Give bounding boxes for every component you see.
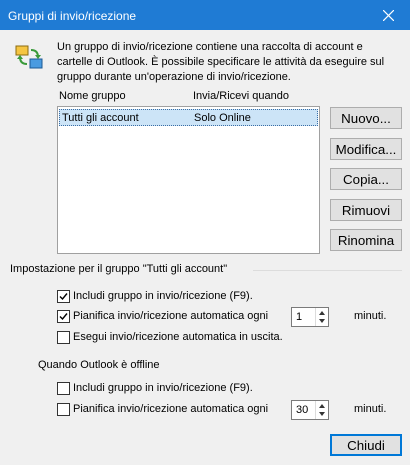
group-when: Solo Online bbox=[194, 112, 251, 124]
offline-settings-heading: Quando Outlook è offline bbox=[38, 359, 160, 371]
list-item[interactable]: Tutti gli account Solo Online bbox=[59, 109, 318, 126]
intro-description: Un gruppo di invio/ricezione contiene un… bbox=[57, 41, 385, 83]
chevron-up-icon[interactable] bbox=[319, 404, 325, 408]
close-button[interactable]: Chiudi bbox=[330, 434, 402, 456]
spinner-arrows[interactable] bbox=[315, 308, 328, 326]
schedule-checkbox[interactable] bbox=[57, 310, 70, 323]
checkmark-icon bbox=[59, 313, 68, 321]
offline-include-group-label: Includi gruppo in invio/ricezione (F9). bbox=[73, 382, 253, 394]
copy-button[interactable]: Copia... bbox=[330, 168, 402, 190]
send-receive-sync-icon bbox=[15, 45, 43, 69]
offline-schedule-unit: minuti. bbox=[354, 403, 387, 415]
edit-button[interactable]: Modifica... bbox=[330, 138, 402, 160]
offline-schedule-minutes-value[interactable]: 30 bbox=[296, 404, 308, 416]
include-group-label: Includi gruppo in invio/ricezione (F9). bbox=[73, 290, 253, 302]
offline-schedule-minutes-spinner[interactable]: 30 bbox=[291, 400, 329, 420]
column-header-send-receive-when[interactable]: Invia/Ricevi quando bbox=[193, 90, 289, 102]
run-on-exit-label: Esegui invio/ricezione automatica in usc… bbox=[73, 331, 283, 343]
schedule-minutes-value[interactable]: 1 bbox=[296, 311, 302, 323]
online-settings-heading: Impostazione per il gruppo "Tutti gli ac… bbox=[10, 263, 228, 275]
offline-include-group-checkbox[interactable] bbox=[57, 382, 70, 395]
chevron-down-icon[interactable] bbox=[319, 412, 325, 416]
checkmark-icon bbox=[59, 293, 68, 301]
rename-button[interactable]: Rinomina bbox=[330, 229, 402, 251]
window-title: Gruppi di invio/ricezione bbox=[8, 9, 137, 23]
offline-schedule-checkbox[interactable] bbox=[57, 403, 70, 416]
run-on-exit-checkbox[interactable] bbox=[57, 331, 70, 344]
include-group-checkbox[interactable] bbox=[57, 290, 70, 303]
close-window-button[interactable] bbox=[366, 0, 410, 30]
column-header-group-name[interactable]: Nome gruppo bbox=[59, 90, 126, 102]
offline-schedule-label: Pianifica invio/ricezione automatica ogn… bbox=[73, 403, 269, 415]
remove-button[interactable]: Rimuovi bbox=[330, 199, 402, 221]
schedule-unit: minuti. bbox=[354, 310, 387, 322]
chevron-up-icon[interactable] bbox=[319, 311, 325, 315]
close-icon bbox=[382, 9, 394, 21]
group-name: Tutti gli account bbox=[62, 112, 139, 124]
spinner-arrows[interactable] bbox=[315, 401, 328, 419]
chevron-down-icon[interactable] bbox=[319, 319, 325, 323]
schedule-label: Pianifica invio/ricezione automatica ogn… bbox=[73, 310, 269, 322]
groups-list[interactable]: Tutti gli account Solo Online bbox=[57, 106, 320, 254]
schedule-minutes-spinner[interactable]: 1 bbox=[291, 307, 329, 327]
new-button[interactable]: Nuovo... bbox=[330, 107, 402, 129]
title-bar[interactable]: Gruppi di invio/ricezione bbox=[0, 0, 410, 30]
group-divider bbox=[253, 270, 402, 271]
